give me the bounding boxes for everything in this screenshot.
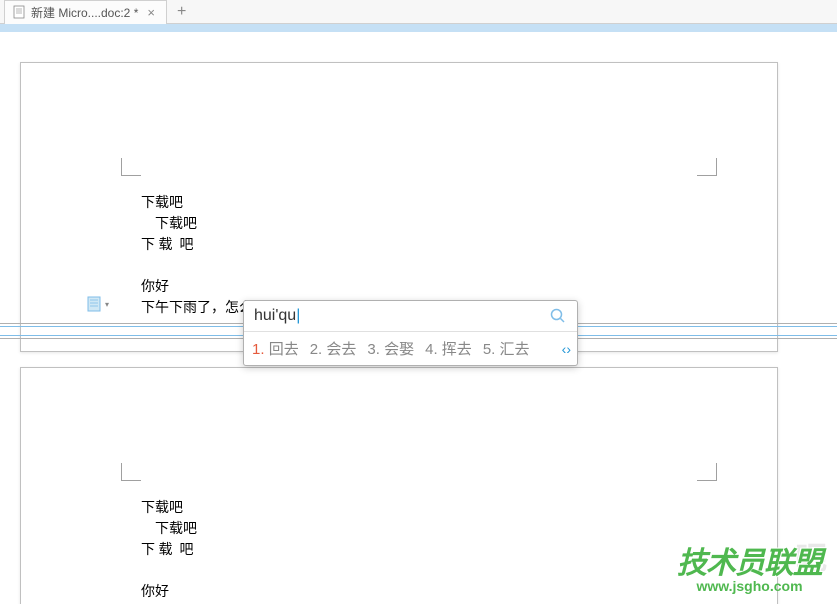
empty-line: [141, 561, 253, 582]
text-line: 下 载 吧: [141, 540, 253, 561]
text-line: 下载吧: [141, 498, 253, 519]
text-line: 下载吧: [141, 214, 256, 235]
text-line-cursor: 下午下雨了，怎么: [141, 298, 256, 319]
document-content[interactable]: 下载吧 下载吧 下 载 吧 你好 下午下雨了，怎么: [141, 498, 253, 604]
document-content[interactable]: 下载吧 下载吧 下 载 吧 你好 下午下雨了，怎么: [141, 193, 256, 319]
document-page[interactable]: 下载吧 下载吧 下 载 吧 你好 下午下雨了，怎么: [20, 367, 778, 604]
ime-candidate[interactable]: 5. 汇去: [483, 338, 530, 359]
ime-candidate[interactable]: 3. 会娶: [367, 338, 414, 359]
new-tab-button[interactable]: +: [167, 1, 196, 23]
watermark-url: www.jsgho.com: [677, 578, 822, 594]
ribbon-strip: [0, 24, 837, 32]
search-icon[interactable]: [549, 307, 567, 325]
ime-candidate[interactable]: 1. 回去: [252, 338, 299, 359]
page-indicator[interactable]: ▾: [86, 295, 109, 313]
chevron-left-icon[interactable]: ‹: [562, 341, 565, 357]
ime-nav[interactable]: ‹ ›: [562, 341, 569, 357]
ime-candidates: 1. 回去 2. 会去 3. 会娶 4. 挥去 5. 汇去 ‹ ›: [244, 332, 577, 365]
document-tab[interactable]: 新建 Micro....doc:2 * ×: [4, 0, 167, 24]
close-icon[interactable]: ×: [144, 5, 158, 20]
tab-bar: 新建 Micro....doc:2 * × +: [0, 0, 837, 24]
chevron-right-icon[interactable]: ›: [566, 341, 569, 357]
watermark-main-text: 技术员联盟: [677, 538, 822, 582]
ime-candidate[interactable]: 4. 挥去: [425, 338, 472, 359]
ime-input-text: hui'qu: [254, 307, 549, 325]
text-line: 你好: [141, 277, 256, 298]
page-icon: [86, 295, 102, 313]
watermark: 吧 技术员联盟 www.jsgho.com: [677, 538, 822, 594]
text-line: 下 载 吧: [141, 235, 256, 256]
text-line: 你好: [141, 582, 253, 603]
text-line: 下载吧: [141, 193, 256, 214]
margin-marker-tr: [697, 463, 717, 481]
text-line: 下载吧: [141, 519, 253, 540]
empty-line: [141, 256, 256, 277]
ime-panel: hui'qu 1. 回去 2. 会去 3. 会娶 4. 挥去: [243, 300, 578, 366]
margin-marker-tl: [121, 158, 141, 176]
ime-input-row: hui'qu: [244, 301, 577, 332]
document-viewport: ▾ 下载吧 下载吧 下 载 吧 你好 下午下雨了，怎么 下载吧 下载吧 下 载 …: [0, 32, 837, 604]
ime-candidate[interactable]: 2. 会去: [310, 338, 357, 359]
tab-title: 新建 Micro....doc:2 *: [31, 4, 138, 21]
margin-marker-tl: [121, 463, 141, 481]
margin-marker-tr: [697, 158, 717, 176]
chevron-down-icon: ▾: [105, 300, 109, 309]
document-icon: [13, 5, 25, 19]
